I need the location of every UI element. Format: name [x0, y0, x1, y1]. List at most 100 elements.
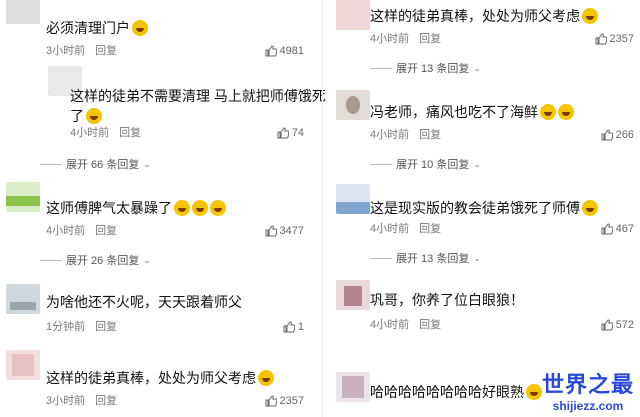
like-button[interactable]: 4981 — [265, 44, 304, 58]
comment-text-content: 哈哈哈哈哈哈哈哈好眼熟 — [370, 384, 524, 400]
like-button[interactable]: 3477 — [265, 224, 304, 238]
comment-meta: 4小时前 回复 — [370, 128, 441, 142]
expand-replies-button[interactable]: 展开 10 条回复 ⌄ — [370, 156, 481, 172]
avatar[interactable] — [336, 90, 370, 120]
like-button[interactable]: 1 — [283, 320, 304, 334]
avatar[interactable] — [336, 184, 370, 214]
comment-text: 必须清理门户 — [46, 18, 148, 38]
avatar[interactable] — [6, 182, 40, 212]
avatar-graphic — [10, 302, 36, 310]
expand-replies-label: 展开 66 条回复 — [66, 159, 140, 171]
reply-button[interactable]: 回复 — [95, 45, 117, 57]
laughing-emoji-icon — [174, 200, 190, 216]
reply-button[interactable]: 回复 — [95, 321, 117, 333]
comment-text-line: 了 — [70, 108, 84, 124]
expand-replies-button[interactable]: 展开 13 条回复 ⌄ — [370, 60, 481, 76]
thumbs-up-icon — [277, 127, 289, 139]
reply-button[interactable]: 回复 — [95, 395, 117, 407]
comment-text-content: 这样的徒弟真棒，处处为师父考虑 — [370, 8, 580, 24]
avatar-graphic — [342, 376, 364, 398]
laughing-emoji-icon — [526, 384, 542, 400]
grinning-emoji-icon — [540, 104, 556, 120]
avatar[interactable] — [6, 0, 40, 24]
comment-text: 这是现实版的教会徒弟饿死了师傅 — [370, 198, 598, 218]
expand-replies-label: 展开 10 条回复 — [396, 159, 470, 171]
comment-text: 哈哈哈哈哈哈哈哈好眼熟 — [370, 382, 542, 402]
divider — [40, 259, 62, 261]
comment-text: 这师傅脾气太暴躁了 — [46, 198, 226, 218]
comment-time: 3小时前 — [46, 45, 86, 57]
comment-meta: 4小时前 回复 — [46, 224, 117, 238]
comment-time: 4小时前 — [370, 33, 410, 45]
comment-text-line: 这样的徒弟不需要清理 马上就把师傅饿死 — [70, 88, 326, 104]
comment-meta: 4小时前 回复 — [370, 222, 441, 236]
reply-button[interactable]: 回复 — [119, 127, 141, 139]
watermark-title: 世界之最 — [541, 372, 634, 397]
expand-replies-label: 展开 13 条回复 — [396, 253, 470, 265]
avatar-graphic — [344, 286, 362, 306]
avatar-graphic — [12, 354, 34, 376]
grinning-emoji-icon — [558, 104, 574, 120]
laughing-emoji-icon — [192, 200, 208, 216]
avatar[interactable] — [6, 350, 40, 380]
right-comment-column: 这样的徒弟真棒，处处为师父考虑 4小时前 回复 2357 展开 13 条回复 ⌄ … — [330, 0, 640, 417]
thumbs-up-icon — [601, 129, 613, 141]
like-button[interactable]: 2357 — [265, 394, 304, 408]
like-count: 2357 — [279, 395, 304, 407]
chevron-down-icon: ⌄ — [143, 158, 151, 169]
like-count: 1 — [297, 321, 304, 333]
thumbs-up-icon — [601, 223, 613, 235]
avatar[interactable] — [336, 372, 370, 402]
laughing-emoji-icon — [582, 200, 598, 216]
reply-button[interactable]: 回复 — [419, 319, 441, 331]
like-button[interactable]: 467 — [601, 222, 634, 236]
watermark-url: shijiezz.com — [552, 399, 624, 413]
laughing-emoji-icon — [132, 20, 148, 36]
chevron-down-icon: ⌄ — [473, 158, 481, 169]
comment-meta: 3小时前 回复 — [46, 394, 117, 408]
comment-text: 冯老师，痛风也吃不了海鲜 — [370, 102, 574, 122]
avatar[interactable] — [336, 0, 370, 30]
comment-time: 1分钟前 — [46, 321, 86, 333]
laughing-emoji-icon — [86, 108, 102, 124]
avatar-graphic — [336, 202, 370, 214]
thumbs-up-icon — [601, 319, 613, 331]
laughing-emoji-icon — [210, 200, 226, 216]
reply-button[interactable]: 回复 — [95, 225, 117, 237]
like-button[interactable]: 2357 — [595, 32, 634, 46]
comment-time: 3小时前 — [46, 395, 86, 407]
divider — [370, 257, 392, 259]
like-count: 467 — [615, 223, 634, 235]
comment-time: 4小时前 — [370, 129, 410, 141]
site-watermark: 世界之最 shijiezz.com — [542, 367, 634, 413]
comment-text-content: 必须清理门户 — [46, 20, 130, 36]
like-count: 266 — [615, 129, 634, 141]
expand-replies-label: 展开 13 条回复 — [396, 63, 470, 75]
like-count: 2357 — [609, 33, 634, 45]
comment-time: 4小时前 — [46, 225, 86, 237]
reply-button[interactable]: 回复 — [419, 33, 441, 45]
comment-text-content: 这是现实版的教会徒弟饿死了师傅 — [370, 200, 580, 216]
comment-text-content: 巩哥，你养了位白眼狼！ — [370, 292, 524, 308]
like-button[interactable]: 74 — [277, 126, 304, 140]
expand-replies-button[interactable]: 展开 13 条回复 ⌄ — [370, 250, 481, 266]
comment-text: 这样的徒弟不需要清理 马上就把师傅饿死 了 — [70, 86, 326, 126]
like-button[interactable]: 572 — [601, 318, 634, 332]
comment-time: 4小时前 — [370, 223, 410, 235]
like-count: 572 — [615, 319, 634, 331]
comment-time: 4小时前 — [70, 127, 110, 139]
comment-text-content: 这师傅脾气太暴躁了 — [46, 200, 172, 216]
avatar[interactable] — [6, 284, 40, 314]
expand-replies-button[interactable]: 展开 26 条回复 ⌄ — [40, 252, 151, 268]
expand-replies-button[interactable]: 展开 66 条回复 ⌄ — [40, 156, 151, 172]
like-button[interactable]: 266 — [601, 128, 634, 142]
avatar[interactable] — [336, 280, 370, 310]
reply-button[interactable]: 回复 — [419, 129, 441, 141]
expand-replies-label: 展开 26 条回复 — [66, 255, 140, 267]
comment-text: 为啥他还不火呢，天天跟着师父 — [46, 292, 242, 312]
chevron-down-icon: ⌄ — [143, 254, 151, 265]
comment-text-content: 为啥他还不火呢，天天跟着师父 — [46, 294, 242, 310]
comment-text: 这样的徒弟真棒，处处为师父考虑 — [370, 6, 598, 26]
comment-meta: 3小时前 回复 — [46, 44, 117, 58]
reply-button[interactable]: 回复 — [419, 223, 441, 235]
